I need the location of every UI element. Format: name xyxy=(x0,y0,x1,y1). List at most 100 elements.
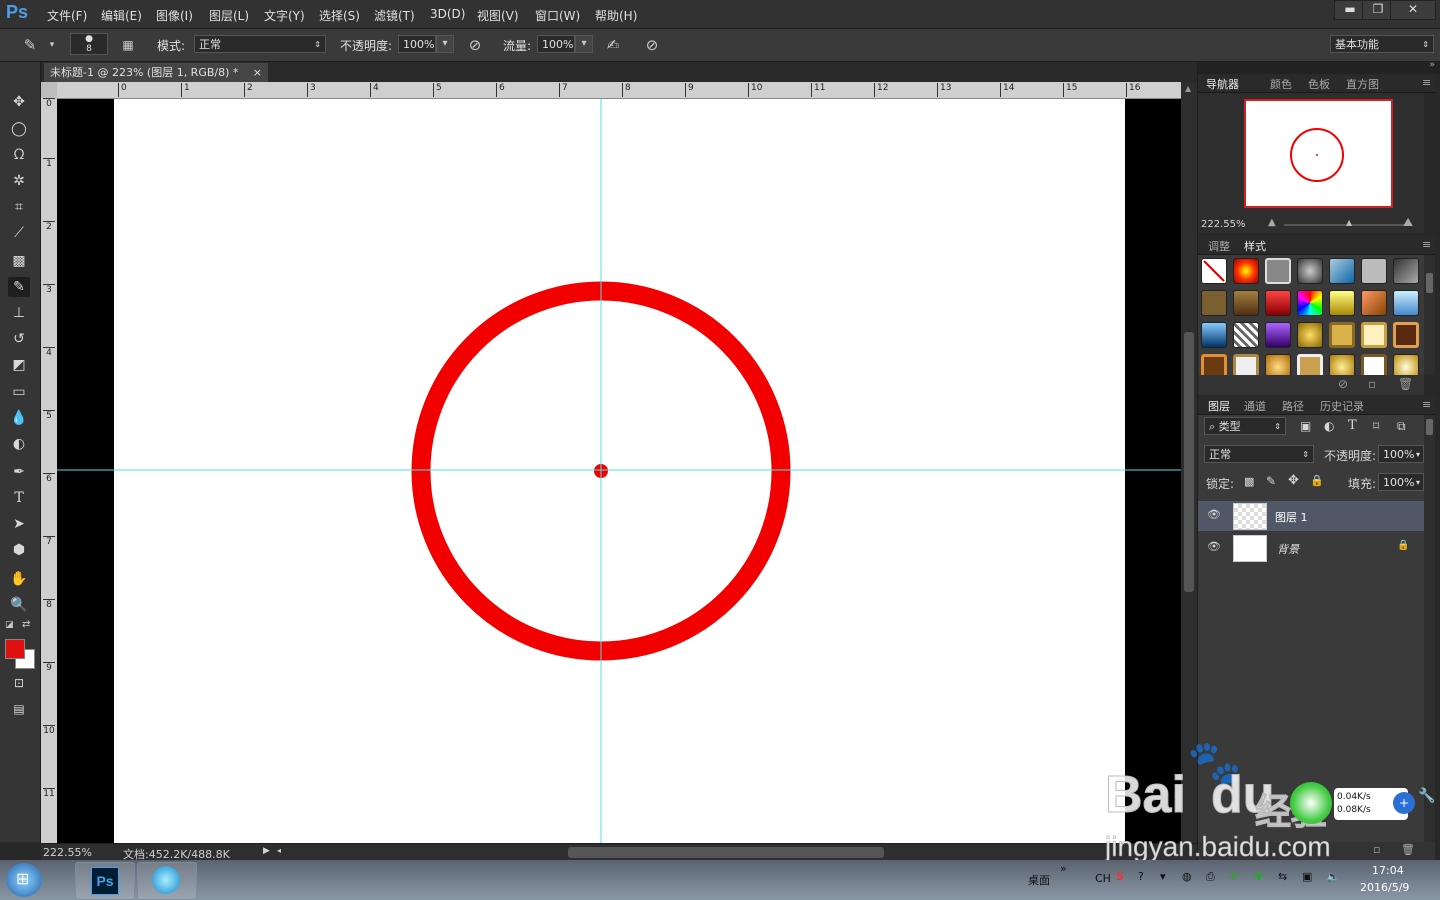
tray-arrow-icon[interactable]: ▾ xyxy=(1160,870,1166,883)
foreground-color-swatch[interactable] xyxy=(5,639,25,659)
lock-paint-icon[interactable]: ✎ xyxy=(1266,474,1276,488)
desktop-toolbar-label[interactable]: 桌面 xyxy=(1028,872,1050,888)
tab-navigator[interactable]: 导航器 xyxy=(1206,76,1239,92)
tab-history[interactable]: 历史记录 xyxy=(1320,398,1364,414)
horizontal-scroll-thumb[interactable] xyxy=(568,847,884,858)
lock-all-icon[interactable]: 🔒 xyxy=(1310,474,1324,487)
delete-layer-icon[interactable]: 🗑 xyxy=(1401,843,1415,856)
style-swatch[interactable] xyxy=(1201,290,1227,316)
navigator-preview[interactable] xyxy=(1244,99,1393,208)
scroll-left-icon[interactable]: ◂ xyxy=(277,846,281,855)
tab-swatches[interactable]: 色板 xyxy=(1308,76,1330,92)
language-indicator[interactable]: CH xyxy=(1095,872,1111,885)
clock-date[interactable]: 2016/5/9 xyxy=(1360,881,1409,894)
layer-row[interactable]: 👁 图层 1 xyxy=(1198,501,1424,531)
tab-histogram[interactable]: 直方图 xyxy=(1346,76,1379,92)
style-swatch[interactable] xyxy=(1265,290,1291,316)
style-swatch[interactable] xyxy=(1233,322,1259,348)
menu-3d[interactable]: 3D(D) xyxy=(430,7,465,21)
mode-select[interactable]: 正常 ⇕ xyxy=(194,35,326,53)
shield-icon[interactable]: ⛨ xyxy=(1230,870,1238,884)
eye-icon[interactable]: 👁 xyxy=(1207,508,1221,521)
menu-file[interactable]: 文件(F) xyxy=(47,7,87,24)
layer-name[interactable]: 背景 xyxy=(1277,541,1299,557)
style-swatch[interactable] xyxy=(1329,258,1355,284)
airbrush-icon[interactable]: ✍ xyxy=(603,35,623,55)
volume-icon[interactable]: 🔈 xyxy=(1326,870,1340,883)
tab-layers[interactable]: 图层 xyxy=(1208,398,1230,414)
delete-style-icon[interactable]: 🗑 xyxy=(1398,377,1413,391)
blur-icon[interactable]: 💧 xyxy=(8,408,30,428)
help-icon[interactable]: ? xyxy=(1138,870,1144,883)
tab-adjustments[interactable]: 调整 xyxy=(1208,238,1230,254)
zoom-level[interactable]: 222.55% xyxy=(43,846,92,859)
network-icon[interactable]: ⇆ xyxy=(1278,870,1287,883)
pressure-size-icon[interactable]: ⊘ xyxy=(642,35,662,55)
path-select-icon[interactable]: ➤ xyxy=(8,514,30,534)
panel-menu-icon[interactable]: ≡ xyxy=(1422,398,1431,411)
menu-select[interactable]: 选择(S) xyxy=(319,7,360,24)
layer-opacity-field[interactable]: 100% ▾ xyxy=(1378,445,1424,463)
globe-icon[interactable]: ◍ xyxy=(1182,870,1192,883)
styles-scroll-thumb[interactable] xyxy=(1426,273,1433,293)
vertical-scrollbar[interactable]: ▲ xyxy=(1181,82,1197,843)
style-swatch[interactable] xyxy=(1361,290,1387,316)
swap-colors-icon[interactable]: ⇄ xyxy=(22,619,30,630)
tab-paths[interactable]: 路径 xyxy=(1282,398,1304,414)
menu-layer[interactable]: 图层(L) xyxy=(209,7,249,24)
crop-icon[interactable]: ⌗ xyxy=(8,197,30,217)
type-icon[interactable]: T xyxy=(8,488,30,508)
filter-type-icon[interactable]: T xyxy=(1348,418,1357,433)
style-swatch[interactable] xyxy=(1265,322,1291,348)
vertical-scroll-thumb[interactable] xyxy=(1184,332,1194,592)
canvas-workspace[interactable] xyxy=(57,99,1181,843)
new-layer-icon[interactable]: ▫ xyxy=(1373,843,1380,856)
printer-icon[interactable]: ⎙ xyxy=(1206,870,1215,884)
new-style-icon[interactable]: ▫ xyxy=(1368,377,1376,391)
taskbar-browser[interactable] xyxy=(137,862,197,900)
sogou-icon[interactable]: S xyxy=(1116,870,1124,883)
zoom-icon[interactable]: 🔍 xyxy=(8,595,30,615)
flow-dropdown[interactable]: ▾ xyxy=(575,35,593,53)
zoom-in-icon[interactable]: ⛰ xyxy=(1403,215,1413,230)
menu-edit[interactable]: 编辑(E) xyxy=(101,7,142,24)
expand-icon[interactable]: » xyxy=(1060,862,1067,875)
style-swatch[interactable] xyxy=(1297,290,1323,316)
ruler-origin[interactable] xyxy=(41,82,57,98)
security-icon[interactable]: ✚ xyxy=(1254,870,1263,883)
screen-mode-icon[interactable]: ▤ xyxy=(8,699,30,719)
filter-pixel-icon[interactable]: ▣ xyxy=(1300,419,1311,433)
dodge-icon[interactable]: ◐ xyxy=(8,434,30,454)
style-swatch[interactable] xyxy=(1233,258,1259,284)
styles-scrollbar[interactable] xyxy=(1424,255,1435,375)
style-swatch[interactable] xyxy=(1265,258,1291,284)
tab-color[interactable]: 颜色 xyxy=(1270,76,1292,92)
filter-shape-icon[interactable]: ⌑ xyxy=(1373,419,1379,433)
taskbar-photoshop[interactable]: Ps xyxy=(75,862,135,900)
menu-image[interactable]: 图像(I) xyxy=(156,7,193,24)
navigator-zoom[interactable]: 222.55% xyxy=(1201,219,1246,230)
device-icon[interactable]: ▣ xyxy=(1302,870,1312,883)
move-icon[interactable]: ✥ xyxy=(8,92,30,112)
start-button[interactable]: ⊞ xyxy=(6,863,42,897)
zoom-slider-thumb[interactable]: ▲ xyxy=(1346,218,1352,227)
tab-styles[interactable]: 样式 xyxy=(1244,238,1266,254)
network-speed-widget[interactable]: 0.04K/s 0.08K/s + 🔧 xyxy=(1290,780,1436,826)
opacity-field[interactable]: 100% xyxy=(398,35,436,53)
menu-view[interactable]: 视图(V) xyxy=(477,7,519,24)
style-swatch[interactable] xyxy=(1201,322,1227,348)
brush-panel-icon[interactable]: ▦ xyxy=(118,35,138,55)
layer-filter-select[interactable]: ⌕ 类型 ⇕ xyxy=(1204,417,1286,435)
hand-icon[interactable]: ✋ xyxy=(8,569,30,589)
close-button[interactable]: ✕ xyxy=(1390,0,1436,20)
tab-channels[interactable]: 通道 xyxy=(1244,398,1266,414)
opacity-dropdown[interactable]: ▾ xyxy=(436,35,454,53)
shape-icon[interactable]: ⬢ xyxy=(8,540,30,560)
menu-type[interactable]: 文字(Y) xyxy=(264,7,305,24)
lock-transparency-icon[interactable]: ▩ xyxy=(1244,475,1254,488)
panel-menu-icon[interactable]: ≡ xyxy=(1422,76,1431,89)
style-swatch[interactable] xyxy=(1361,258,1387,284)
eraser-icon[interactable]: ◩ xyxy=(8,355,30,375)
flow-field[interactable]: 100% xyxy=(537,35,575,53)
filter-smart-icon[interactable]: ⧉ xyxy=(1397,419,1406,434)
